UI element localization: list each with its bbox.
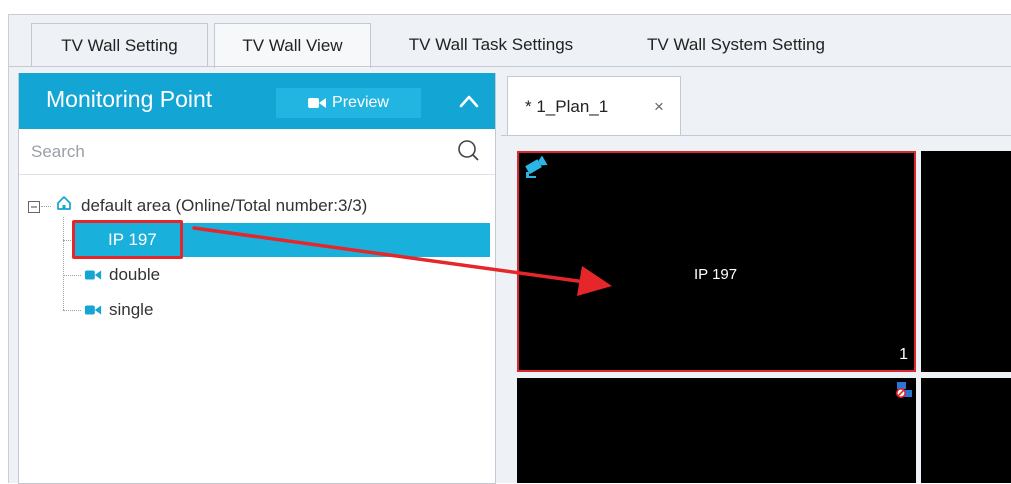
wall-screen-label: IP 197 [694, 266, 738, 283]
search-input[interactable] [29, 138, 443, 166]
tree-item-double[interactable]: double [84, 265, 160, 285]
tv-wall-area: * 1_Plan_1 × IP 197 1 [501, 73, 1011, 483]
search-icon[interactable] [457, 139, 481, 168]
chevron-up-icon[interactable] [457, 89, 481, 113]
tree-root-label: default area (Online/Total number:3/3) [81, 195, 368, 215]
annotation-highlight-box [72, 220, 183, 259]
tab-divider [9, 66, 1011, 67]
tab-tv-wall-task-settings[interactable]: TV Wall Task Settings [381, 23, 601, 67]
wall-screen-1[interactable]: IP 197 1 [517, 151, 916, 372]
tree-item-label: double [109, 265, 161, 284]
plan-tab-label: * 1_Plan_1 [525, 97, 609, 116]
wall-screen-index: 1 [899, 346, 908, 363]
home-icon [56, 195, 72, 216]
collapse-tree-icon[interactable] [28, 200, 40, 218]
search-bar [19, 130, 495, 175]
app-window: TV Wall Setting TV Wall View TV Wall Tas… [8, 14, 1011, 484]
camera-icon [308, 97, 327, 109]
preview-button[interactable]: Preview [276, 88, 421, 118]
tree-connector [63, 310, 81, 311]
tree-connector [63, 275, 81, 276]
tab-tv-wall-system-setting[interactable]: TV Wall System Setting [621, 23, 851, 67]
camera-icon [84, 305, 102, 316]
wall-screen-3[interactable] [517, 378, 916, 483]
tv-wall-grid: IP 197 1 [501, 136, 1011, 483]
camera-icon [84, 270, 102, 281]
no-signal-icon [895, 381, 913, 404]
plan-tab[interactable]: * 1_Plan_1 × [507, 76, 681, 136]
panel-title: Monitoring Point [46, 86, 213, 112]
tab-tv-wall-setting[interactable]: TV Wall Setting [31, 23, 208, 67]
close-icon[interactable]: × [654, 97, 664, 117]
monitoring-point-panel: Monitoring Point Preview Search default … [18, 73, 496, 484]
tree-connector [41, 206, 51, 207]
main-tabs: TV Wall Setting TV Wall View TV Wall Tas… [9, 15, 1011, 68]
wall-screen-2[interactable] [921, 151, 1011, 372]
tree-item-single[interactable]: single [84, 300, 153, 320]
tree-item-label: single [109, 300, 154, 319]
tree-root-area[interactable]: default area (Online/Total number:3/3) [56, 195, 367, 216]
camera-status-icon [523, 155, 549, 184]
tab-tv-wall-view[interactable]: TV Wall View [214, 23, 371, 68]
tree-connector [63, 217, 64, 310]
panel-header: Monitoring Point Preview [19, 73, 495, 129]
wall-screen-4[interactable] [921, 378, 1011, 483]
preview-label: Preview [332, 94, 389, 111]
